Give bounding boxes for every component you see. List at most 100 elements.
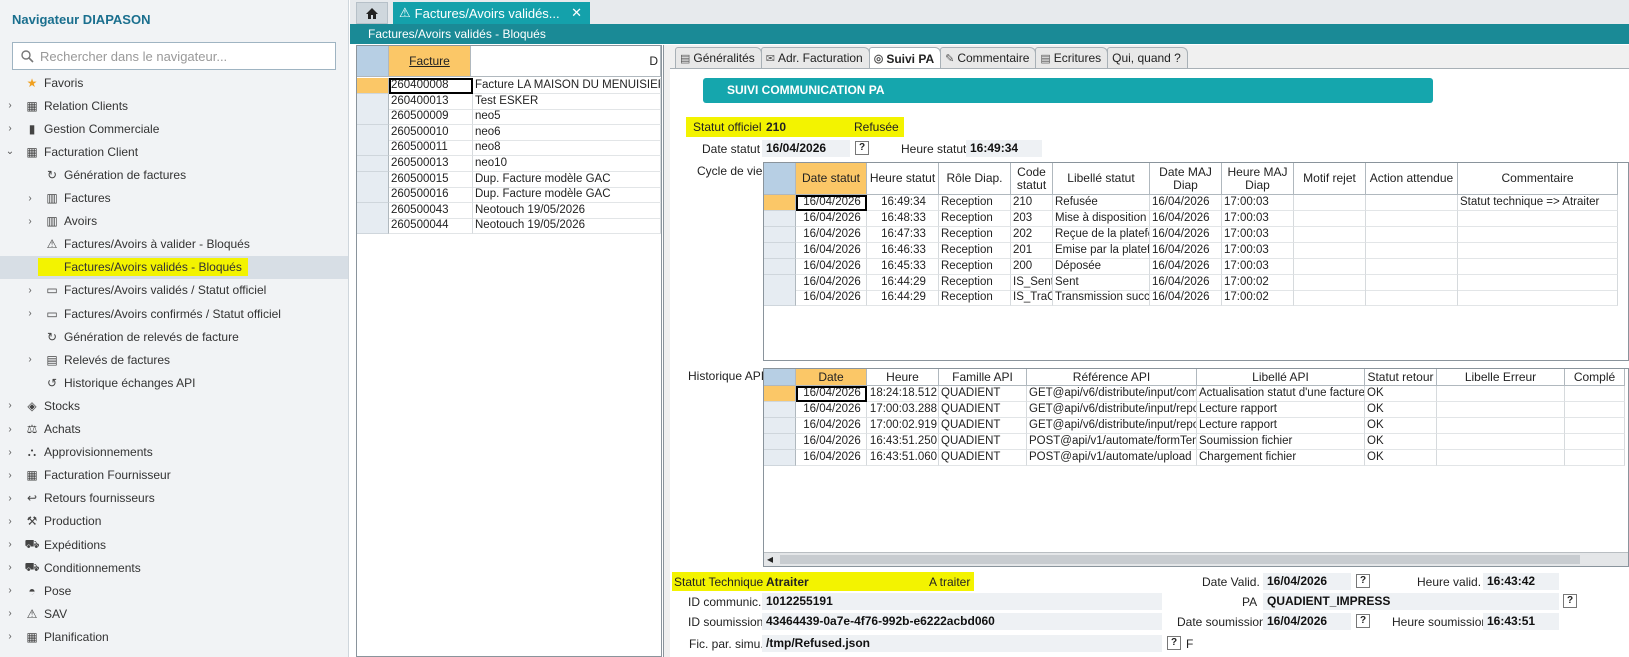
- tab-g-n-ralit-s[interactable]: ▤ Généralités: [675, 47, 762, 68]
- grid-cell[interactable]: 17:00:03: [1222, 210, 1294, 227]
- grid-cell[interactable]: [1458, 290, 1618, 307]
- grid-cell[interactable]: 202: [1011, 226, 1053, 243]
- row-header[interactable]: [764, 258, 796, 275]
- column-header[interactable]: Commentaire: [1458, 163, 1618, 195]
- grid-cell[interactable]: Lecture rapport: [1197, 401, 1365, 418]
- nav-item-gestion-commerciale[interactable]: › ▮ Gestion Commerciale: [0, 117, 348, 140]
- nav-item-sav[interactable]: › ⚠ SAV: [0, 602, 348, 625]
- grid-cell[interactable]: 16/04/2026: [1150, 290, 1222, 307]
- row-header[interactable]: [764, 195, 796, 211]
- grid-cell[interactable]: [1437, 417, 1565, 434]
- grid-cell[interactable]: 17:00:03: [1222, 258, 1294, 275]
- grid-cell[interactable]: 16/04/2026: [796, 433, 867, 450]
- grid-cell[interactable]: 18:24:18.512: [867, 386, 939, 402]
- grid-cell[interactable]: Transmission successful: [1053, 290, 1150, 307]
- grid-cell[interactable]: [1458, 274, 1618, 291]
- grid-cell[interactable]: [1437, 433, 1565, 450]
- invoice-description-cell[interactable]: neo8: [473, 140, 661, 157]
- nav-item-factures-avoirs-valider-bloqu-s[interactable]: ⚠ Factures/Avoirs à valider - Bloqués: [0, 233, 348, 256]
- grid-cell[interactable]: 17:00:02.919: [867, 417, 939, 434]
- row-header[interactable]: [764, 210, 796, 227]
- grid-cell[interactable]: 16:46:33: [867, 242, 939, 259]
- date-valid-help-button[interactable]: ?: [1356, 574, 1370, 588]
- grid-cell[interactable]: [1458, 226, 1618, 243]
- grid-cell[interactable]: QUADIENT: [939, 386, 1027, 402]
- grid-cell[interactable]: OK: [1365, 417, 1437, 434]
- row-header[interactable]: [764, 417, 796, 434]
- invoice-number-cell[interactable]: 260500009: [389, 109, 473, 126]
- grid-cell[interactable]: Emise par la plateforme: [1053, 242, 1150, 259]
- chevron-right-icon[interactable]: ›: [4, 123, 16, 134]
- column-header[interactable]: Heure MAJ Diap: [1222, 163, 1294, 195]
- chevron-right-icon[interactable]: ›: [24, 354, 36, 365]
- invoice-number-cell[interactable]: 260400008: [389, 78, 473, 94]
- grid-cell[interactable]: 16/04/2026: [796, 258, 867, 275]
- grid-cell[interactable]: [1565, 417, 1625, 434]
- grid-cell[interactable]: 16:43:51.250: [867, 433, 939, 450]
- invoice-number-cell[interactable]: 260400013: [389, 93, 473, 110]
- grid-cell[interactable]: [1366, 274, 1458, 291]
- invoice-number-cell[interactable]: 260500016: [389, 187, 473, 204]
- row-header[interactable]: [764, 274, 796, 291]
- chevron-right-icon[interactable]: ›: [4, 631, 16, 642]
- grid-cell[interactable]: 16/04/2026: [796, 449, 867, 466]
- grid-cell[interactable]: Reçue de la plateforme: [1053, 226, 1150, 243]
- grid-cell[interactable]: 200: [1011, 258, 1053, 275]
- row-header[interactable]: [357, 109, 389, 126]
- grid-cell[interactable]: Mise à disposition: [1053, 210, 1150, 227]
- close-tab-icon[interactable]: ✕: [571, 5, 582, 21]
- nav-item-factures-avoirs-valid-s-bloqu-s[interactable]: ⚠Factures/Avoirs validés - Bloqués: [0, 255, 348, 279]
- column-header[interactable]: Libellé API: [1197, 369, 1365, 386]
- grid-cell[interactable]: POST@api/v1/automate/formTemplate: [1027, 433, 1197, 450]
- date-soumission-field[interactable]: 16/04/2026: [1263, 613, 1351, 630]
- grid-cell[interactable]: 210: [1011, 195, 1053, 211]
- column-header[interactable]: Rôle Diap.: [939, 163, 1011, 195]
- row-header[interactable]: [764, 226, 796, 243]
- nav-item-planification[interactable]: › ▦ Planification: [0, 625, 348, 648]
- column-header[interactable]: Motif rejet: [1294, 163, 1366, 195]
- navigator-search-box[interactable]: [12, 42, 336, 70]
- nav-item-relation-clients[interactable]: › ▦ Relation Clients: [0, 94, 348, 117]
- grid-cell[interactable]: 16/04/2026: [796, 274, 867, 291]
- home-tab[interactable]: [356, 2, 388, 24]
- column-header-facture[interactable]: Facture: [389, 46, 471, 77]
- row-header[interactable]: [357, 171, 389, 188]
- grid-cell[interactable]: 16/04/2026: [1150, 258, 1222, 275]
- fic-par-simu-field[interactable]: /tmp/Refused.json: [762, 635, 1162, 652]
- grid-cell[interactable]: [1294, 258, 1366, 275]
- grid-cell[interactable]: [1366, 242, 1458, 259]
- grid-cell[interactable]: Soumission fichier: [1197, 433, 1365, 450]
- column-header[interactable]: Action attendue: [1366, 163, 1458, 195]
- grid-cell[interactable]: 16:49:34: [867, 195, 939, 211]
- column-header[interactable]: Libellé statut: [1053, 163, 1150, 195]
- grid-cell[interactable]: Chargement fichier: [1197, 449, 1365, 466]
- row-header[interactable]: [764, 401, 796, 418]
- grid-cell[interactable]: IS_Sent: [1011, 274, 1053, 291]
- grid-cell[interactable]: 16:47:33: [867, 226, 939, 243]
- column-header[interactable]: Heure statut: [867, 163, 939, 195]
- grid-cell[interactable]: [1565, 433, 1625, 450]
- grid-cell[interactable]: QUADIENT: [939, 433, 1027, 450]
- nav-item-production[interactable]: › ⚒ Production: [0, 510, 348, 533]
- row-header[interactable]: [357, 187, 389, 204]
- grid-cell[interactable]: Reception: [939, 210, 1011, 227]
- invoice-description-cell[interactable]: Facture LA MAISON DU MENUISIER: [473, 78, 661, 94]
- grid-cell[interactable]: OK: [1365, 401, 1437, 418]
- row-header[interactable]: [357, 218, 389, 235]
- nav-item-approvisionnements[interactable]: › ⛬ Approvisionnements: [0, 441, 348, 464]
- chevron-right-icon[interactable]: ›: [24, 193, 36, 204]
- grid-cell[interactable]: OK: [1365, 386, 1437, 402]
- invoice-number-cell[interactable]: 260500015: [389, 171, 473, 188]
- chevron-right-icon[interactable]: ›: [4, 562, 16, 573]
- chevron-right-icon[interactable]: ›: [24, 216, 36, 227]
- invoice-description-cell[interactable]: neo10: [473, 156, 661, 172]
- column-header[interactable]: Code statut: [1011, 163, 1053, 195]
- grid-cell[interactable]: [1458, 210, 1618, 227]
- grid-cell[interactable]: Sent: [1053, 274, 1150, 291]
- grid-cell[interactable]: QUADIENT: [939, 417, 1027, 434]
- row-header[interactable]: [357, 124, 389, 141]
- grid-cell[interactable]: QUADIENT: [939, 401, 1027, 418]
- grid-cell[interactable]: 16/04/2026: [1150, 226, 1222, 243]
- chevron-right-icon[interactable]: ›: [24, 285, 36, 296]
- grid-cell[interactable]: 16/04/2026: [796, 401, 867, 418]
